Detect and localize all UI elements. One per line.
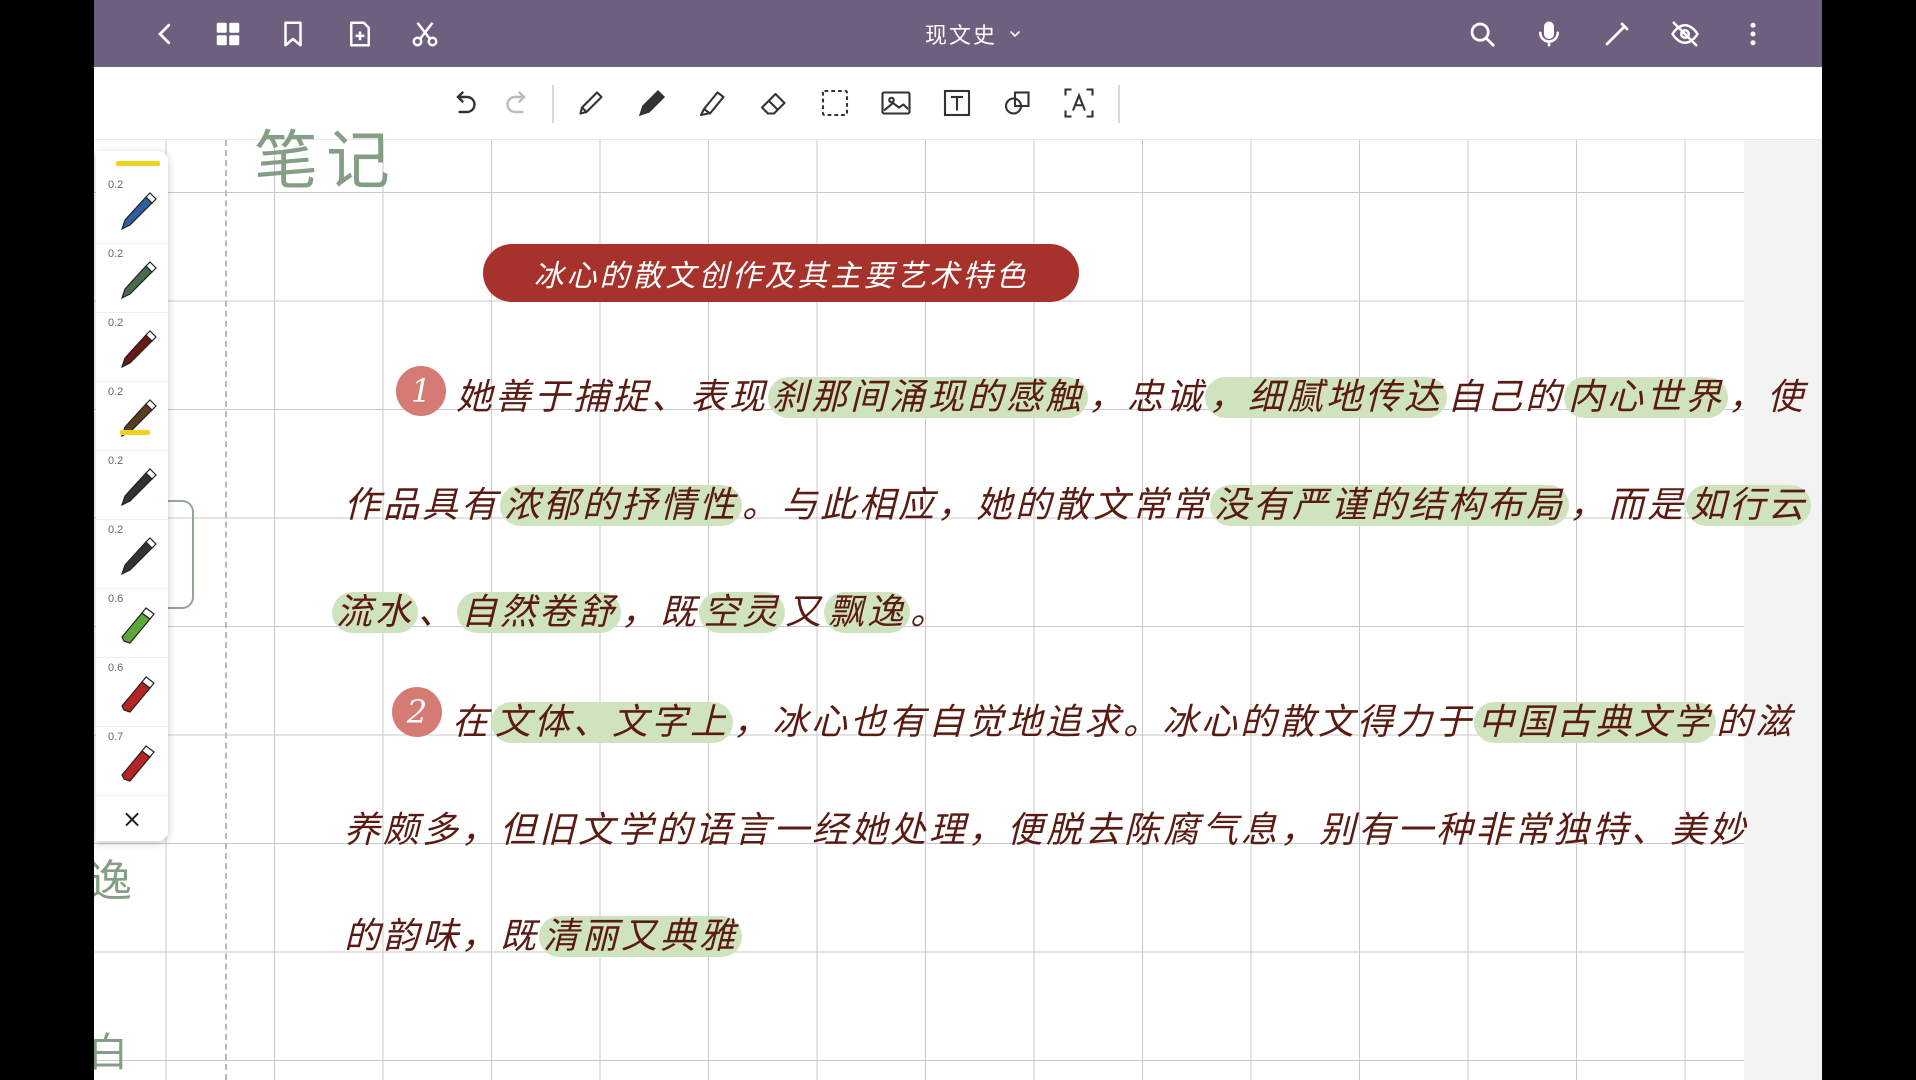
paragraph-1-line: 作品具有 浓郁的抒情性 。与此相应，她的散文常常 没有严谨的结构布局 ，而是 如行云 xyxy=(344,480,1812,532)
palette-color-indicator xyxy=(116,161,160,166)
pen-preset-4[interactable]: 0.2 xyxy=(96,382,168,451)
highlighted-phrase: 浓郁的抒情性 xyxy=(500,485,743,526)
pen-preset-6[interactable]: 0.2 xyxy=(96,520,168,589)
marker-icon xyxy=(121,745,155,782)
text-phrase: 的滋 xyxy=(1716,702,1795,743)
text-phrase: 。 xyxy=(910,592,950,633)
text-phrase: 的韵味，既 xyxy=(344,916,540,957)
pen-preset-1[interactable]: 0.2 xyxy=(96,175,168,244)
pen-icon xyxy=(120,192,157,231)
highlighted-phrase: 空灵 xyxy=(699,592,786,633)
redo-icon[interactable] xyxy=(492,77,544,129)
bookmark-icon[interactable] xyxy=(264,0,322,67)
pen-icon xyxy=(120,468,157,507)
text-recognition-icon[interactable] xyxy=(1053,77,1105,129)
highlighted-phrase: 中国古典文学 xyxy=(1474,702,1717,743)
highlighted-phrase: 飘逸 xyxy=(824,592,911,633)
text-phrase: 、 xyxy=(418,592,458,633)
pen-icon xyxy=(120,261,157,300)
search-icon[interactable] xyxy=(1453,0,1511,67)
ghost-side-text: 白 xyxy=(94,1030,128,1076)
grid-icon[interactable] xyxy=(199,0,257,67)
text-phrase: ，而是 xyxy=(1569,485,1687,526)
text-phrase: ，忠诚 xyxy=(1088,377,1206,418)
highlighted-phrase: 内心世界 xyxy=(1564,377,1729,418)
paragraph-1-line: 流水、自然卷舒 ，既 空灵又飘逸。 xyxy=(332,587,949,639)
number-badge: 2 xyxy=(392,687,442,737)
text-box-icon[interactable] xyxy=(931,77,983,129)
text-phrase: 在 xyxy=(452,702,492,743)
chevron-down-icon xyxy=(1010,30,1020,37)
highlighted-phrase: 没有严谨的结构布局 xyxy=(1210,485,1570,526)
pen-preset-9[interactable]: 0.7 xyxy=(96,727,168,796)
close-palette-button[interactable]: × xyxy=(96,799,168,839)
text-phrase: 。与此相应，她的散文常常 xyxy=(742,485,1211,526)
paragraph-2-line: 的韵味，既 清丽又典雅 xyxy=(344,911,743,963)
toolbar-divider xyxy=(1118,85,1120,123)
pen-palette: 0.2 0.2 0.2 0.2 0.2 0.2 0.6 0.6 0.7 × xyxy=(96,151,168,841)
eraser-icon[interactable] xyxy=(748,77,800,129)
pencil-tool-icon[interactable] xyxy=(565,77,617,129)
pen-icon xyxy=(120,537,157,576)
page-margin-line xyxy=(225,140,227,1080)
text-phrase: 又 xyxy=(785,592,825,633)
pencil-icon[interactable] xyxy=(1588,0,1646,67)
scissors-icon[interactable] xyxy=(396,0,454,67)
toolbar-divider xyxy=(552,85,554,123)
highlighted-phrase: 如行云 xyxy=(1686,485,1812,526)
note-app: 现文史 笔记 逸 白 冰心的散文创作及其主要艺术特色 1 2 她善于捕捉、表现 … xyxy=(94,0,1822,1080)
ghost-title-text: 笔记 xyxy=(254,125,398,199)
ghost-bracket-stroke xyxy=(164,500,194,609)
marker-icon xyxy=(121,607,155,644)
notebook-title: 现文史 xyxy=(924,23,997,49)
text-phrase: 自己的 xyxy=(1447,377,1565,418)
microphone-icon[interactable] xyxy=(1520,0,1578,67)
text-phrase: 作品具有 xyxy=(344,485,501,526)
pen-preset-3[interactable]: 0.2 xyxy=(96,313,168,382)
top-bar: 现文史 xyxy=(94,0,1822,67)
heading-text: 冰心的散文创作及其主要艺术特色 xyxy=(533,259,1029,294)
add-page-icon[interactable] xyxy=(331,0,389,67)
pen-preset-2[interactable]: 0.2 xyxy=(96,244,168,313)
highlighted-phrase: 流水 xyxy=(332,592,419,633)
highlighter-icon[interactable] xyxy=(687,77,739,129)
text-phrase: ，既 xyxy=(621,592,700,633)
back-icon[interactable] xyxy=(136,0,194,67)
close-icon: × xyxy=(121,805,143,833)
highlighted-phrase: ，细腻地传达 xyxy=(1205,377,1448,418)
highlighted-phrase: 自然卷舒 xyxy=(457,592,622,633)
pen-preset-8[interactable]: 0.6 xyxy=(96,658,168,727)
shape-icon[interactable] xyxy=(992,77,1044,129)
scroll-gutter[interactable] xyxy=(1744,140,1822,1080)
text-phrase: ，冰心也有自觉地追求。冰心的散文得力于 xyxy=(733,702,1475,743)
highlighted-phrase: 刹那间涌现的感触 xyxy=(768,377,1089,418)
paragraph-2-line: 养颇多，但旧文学的语言一经她处理，便脱去陈腐气息，别有一种非常独特、美妙 xyxy=(344,805,1748,857)
fountain-pen-icon[interactable] xyxy=(626,77,678,129)
marker-icon xyxy=(121,676,155,713)
notebook-title-dropdown[interactable]: 现文史 xyxy=(874,0,1074,67)
paragraph-2-line: 在文体、文字上 ，冰心也有自觉地追求。冰心的散文得力于 中国古典文学 的滋 xyxy=(452,697,1794,749)
pen-preset-7[interactable]: 0.6 xyxy=(96,589,168,658)
lasso-select-icon[interactable] xyxy=(809,77,861,129)
pen-icon xyxy=(120,330,157,369)
heading-banner: 冰心的散文创作及其主要艺术特色 xyxy=(483,244,1079,302)
text-phrase: ，使 xyxy=(1728,377,1807,418)
undo-icon[interactable] xyxy=(438,77,490,129)
pen-preset-5[interactable]: 0.2 xyxy=(96,451,168,520)
image-icon[interactable] xyxy=(870,77,922,129)
active-pen-indicator xyxy=(120,430,150,435)
highlighted-phrase: 清丽又典雅 xyxy=(539,916,743,957)
number-badge: 1 xyxy=(396,366,446,416)
eye-off-icon[interactable] xyxy=(1656,0,1714,67)
text-phrase: 她善于捕捉、表现 xyxy=(456,377,769,418)
highlighted-phrase: 文体、文字上 xyxy=(491,702,734,743)
more-vert-icon[interactable] xyxy=(1724,0,1782,67)
text-phrase: 养颇多，但旧文学的语言一经她处理，便脱去陈腐气息，别有一种非常独特、美妙 xyxy=(344,810,1749,851)
ghost-side-text: 逸 xyxy=(94,856,132,907)
paragraph-1-line: 她善于捕捉、表现 刹那间涌现的感触 ，忠诚 ，细腻地传达 自己的 内心世界 ，使 xyxy=(456,372,1806,424)
